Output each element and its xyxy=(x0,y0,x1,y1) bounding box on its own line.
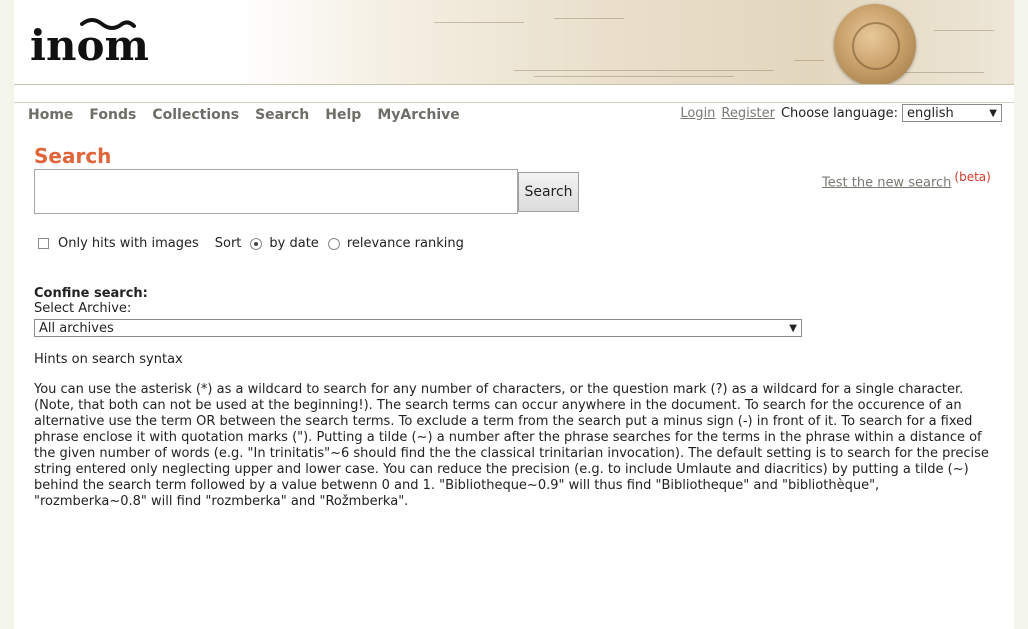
nav-search[interactable]: Search xyxy=(255,107,309,123)
nav-fonds[interactable]: Fonds xyxy=(89,107,136,123)
archive-label: Select Archive: xyxy=(34,301,132,316)
sort-relevance-radio[interactable] xyxy=(327,237,340,250)
nav-myarchive[interactable]: MyArchive xyxy=(377,107,459,123)
archive-select-value: All archives xyxy=(39,321,114,336)
archive-select[interactable]: All archives ▼ xyxy=(34,319,802,337)
hints-text: You can use the asterisk (*) as a wildca… xyxy=(34,382,989,509)
sort-relevance-label: relevance ranking xyxy=(346,236,464,251)
dropdown-arrow-icon: ▼ xyxy=(789,323,797,334)
nav-help[interactable]: Help xyxy=(325,107,361,123)
confine-search: Confine search: Select Archive: xyxy=(34,286,148,316)
search-options: Only hits with images Sort by date relev… xyxy=(38,236,464,251)
new-search-promo: Test the new search (beta) xyxy=(822,170,991,190)
beta-label: (beta) xyxy=(954,170,991,184)
images-only-label: Only hits with images xyxy=(58,236,199,251)
images-only-checkbox[interactable] xyxy=(38,238,49,249)
register-link[interactable]: Register xyxy=(721,106,775,121)
main-nav: Home Fonds Collections Search Help MyArc… xyxy=(28,107,460,123)
dropdown-arrow-icon: ▼ xyxy=(989,108,997,119)
inom-logo[interactable]: inom xyxy=(30,10,160,70)
seal-image xyxy=(834,4,916,84)
language-select[interactable]: english ▼ xyxy=(902,104,1002,122)
new-search-link[interactable]: Test the new search xyxy=(822,175,951,190)
account-bar: Login Register Choose language: english … xyxy=(680,104,1002,122)
header-divider xyxy=(14,102,1014,103)
page-title: Search xyxy=(34,144,112,168)
login-link[interactable]: Login xyxy=(680,106,715,121)
logo-text: inom xyxy=(30,21,149,70)
language-select-value: english xyxy=(907,106,954,121)
sort-by-date-label: by date xyxy=(269,236,319,251)
confine-heading: Confine search: xyxy=(34,286,148,301)
sort-by-date-radio[interactable] xyxy=(250,237,263,250)
hints-title: Hints on search syntax xyxy=(34,352,183,367)
search-input[interactable] xyxy=(34,169,518,214)
page: inom Home Fonds Collections Search Help … xyxy=(14,0,1014,629)
search-button[interactable]: Search xyxy=(518,172,579,212)
header-banner: inom xyxy=(14,0,1014,85)
nav-home[interactable]: Home xyxy=(28,107,73,123)
nav-collections[interactable]: Collections xyxy=(152,107,239,123)
sort-label: Sort xyxy=(214,236,242,251)
language-label: Choose language: xyxy=(780,105,898,121)
